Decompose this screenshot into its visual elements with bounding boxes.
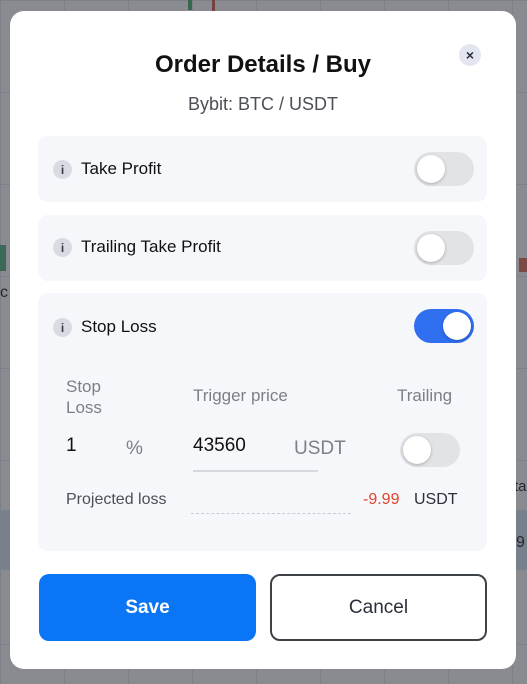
stop-loss-label: Stop Loss	[81, 317, 157, 336]
take-profit-toggle[interactable]	[414, 152, 474, 186]
close-button[interactable]: ×	[459, 44, 481, 66]
modal-title: Order Details / Buy	[154, 51, 372, 78]
trigger-price-input[interactable]: 43560	[193, 435, 283, 457]
trailing-column-label: Trailing	[397, 386, 453, 405]
take-profit-label: Take Profit	[81, 159, 162, 178]
info-icon[interactable]: i	[53, 238, 72, 257]
trigger-price-underline	[193, 470, 318, 472]
save-button[interactable]: Save	[39, 574, 256, 641]
take-profit-section: i Take Profit	[38, 136, 487, 202]
toggle-knob	[417, 234, 445, 262]
close-icon: ×	[465, 47, 475, 63]
projected-loss-unit: USDT	[414, 491, 458, 508]
stop-loss-percent-input[interactable]: 1	[66, 435, 121, 457]
trailing-take-profit-toggle[interactable]	[414, 231, 474, 265]
exchange-pair-subtitle: Bybit: BTC / USDT	[187, 94, 339, 114]
trailing-take-profit-label: Trailing Take Profit	[81, 237, 221, 256]
order-details-modal: Order Details / Buy × Bybit: BTC / USDT …	[10, 11, 516, 669]
toggle-knob	[403, 436, 431, 464]
projected-loss-value: -9.99	[363, 491, 400, 508]
toggle-knob	[443, 312, 471, 340]
trigger-price-unit: USDT	[294, 438, 346, 459]
trailing-toggle[interactable]	[400, 433, 460, 467]
trailing-take-profit-section: i Trailing Take Profit	[38, 215, 487, 281]
stop-loss-column-label: Stop Loss	[66, 377, 102, 417]
stop-loss-section: i Stop Loss Stop Loss Trigger price Trai…	[38, 293, 487, 551]
cancel-button[interactable]: Cancel	[270, 574, 487, 641]
stop-loss-toggle[interactable]	[414, 309, 474, 343]
toggle-knob	[417, 155, 445, 183]
info-icon[interactable]: i	[53, 160, 72, 179]
info-icon[interactable]: i	[53, 318, 72, 337]
projected-loss-label: Projected loss	[66, 491, 167, 508]
trigger-price-column-label: Trigger price	[193, 386, 288, 405]
projected-loss-dotted-leader	[191, 513, 351, 514]
percent-unit: %	[126, 438, 143, 459]
